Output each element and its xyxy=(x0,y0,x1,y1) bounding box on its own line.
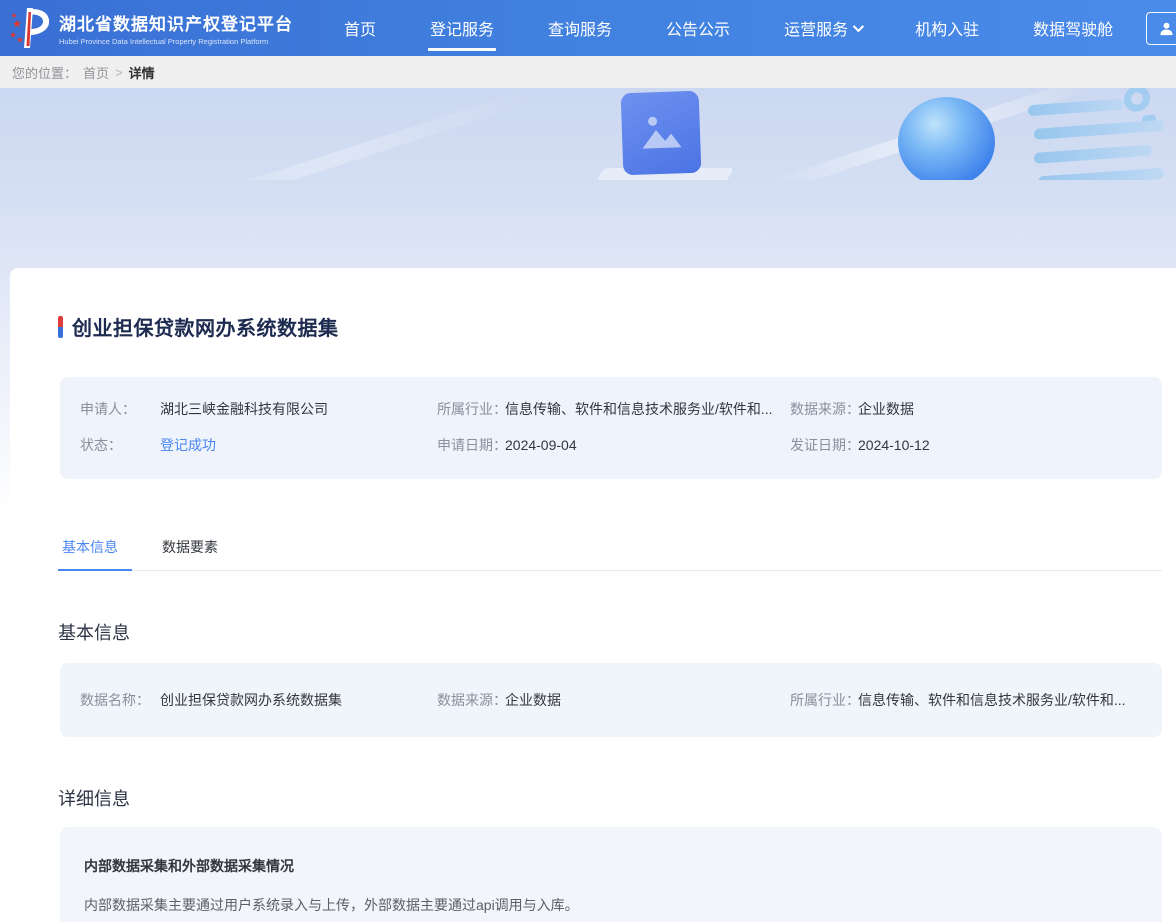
field-status: 状态： 登记成功 xyxy=(80,435,437,455)
breadcrumb-prefix: 您的位置： xyxy=(12,63,77,82)
breadcrumb: 您的位置： 首页 > 详情 xyxy=(0,56,1176,88)
platform-logo-icon xyxy=(10,6,52,50)
logo-title: 湖北省数据知识产权登记平台 xyxy=(59,10,293,35)
logo-subtitle: Hubei Province Data Intellectual Propert… xyxy=(59,37,293,46)
top-navigation-bar: 湖北省数据知识产权登记平台 Hubei Province Data Intell… xyxy=(0,0,1176,56)
field-basic-data-source: 数据来源： 企业数据 xyxy=(437,690,790,710)
banner-image-card-icon xyxy=(621,91,702,176)
nav-item-query-service[interactable]: 查询服务 xyxy=(521,0,639,56)
detail-info-box: 内部数据采集和外部数据采集情况 内部数据采集主要通过用户系统录入与上传，外部数据… xyxy=(60,827,1162,922)
breadcrumb-separator: > xyxy=(115,65,123,80)
nav-menu: 首页 登记服务 查询服务 公告公示 运营服务 机构入驻 数据驾驶舱 xyxy=(317,0,1140,56)
field-issue-date: 发证日期： 2024-10-12 xyxy=(790,435,1142,455)
banner-illustration xyxy=(0,88,1176,180)
breadcrumb-home-link[interactable]: 首页 xyxy=(83,63,109,82)
nav-item-announcements[interactable]: 公告公示 xyxy=(639,0,757,56)
title-marker xyxy=(58,316,63,338)
banner-sphere xyxy=(898,97,995,180)
chevron-down-icon xyxy=(853,21,864,32)
field-apply-date: 申请日期： 2024-09-04 xyxy=(437,435,790,455)
summary-box: 申请人： 湖北三峡金融科技有限公司 所属行业： 信息传输、软件和信息技术服务业/… xyxy=(60,377,1162,479)
basic-info-heading: 基本信息 xyxy=(58,619,1176,645)
detail-section-text-collection: 内部数据采集主要通过用户系统录入与上传，外部数据主要通过api调用与入库。 xyxy=(84,895,1138,916)
field-data-name: 数据名称： 创业担保贷款网办系统数据集 xyxy=(80,690,437,710)
login-button[interactable]: 登录 xyxy=(1146,12,1176,45)
breadcrumb-current: 详情 xyxy=(129,63,155,82)
field-basic-industry: 所属行业： 信息传输、软件和信息技术服务业/软件和... xyxy=(790,690,1142,710)
field-applicant: 申请人： 湖北三峡金融科技有限公司 xyxy=(80,399,437,419)
tab-data-elements[interactable]: 数据要素 xyxy=(160,529,220,570)
detail-card: 创业担保贷款网办系统数据集 申请人： 湖北三峡金融科技有限公司 所属行业： 信息… xyxy=(10,268,1176,922)
nav-item-operation-service[interactable]: 运营服务 xyxy=(757,0,888,56)
status-link[interactable]: 登记成功 xyxy=(160,435,216,455)
tab-basic-info[interactable]: 基本信息 xyxy=(60,529,120,570)
field-data-source: 数据来源： 企业数据 xyxy=(790,399,1142,419)
user-icon xyxy=(1159,21,1174,36)
basic-info-box: 数据名称： 创业担保贷款网办系统数据集 数据来源： 企业数据 所属行业： 信息传… xyxy=(60,663,1162,737)
banner-doc-lines xyxy=(1028,88,1176,180)
page-title: 创业担保贷款网办系统数据集 xyxy=(72,312,339,341)
platform-logo[interactable]: 湖北省数据知识产权登记平台 Hubei Province Data Intell… xyxy=(10,6,293,50)
field-industry: 所属行业： 信息传输、软件和信息技术服务业/软件和... xyxy=(437,399,790,419)
detail-section-title-collection: 内部数据采集和外部数据采集情况 xyxy=(84,856,1138,876)
detail-tabs: 基本信息 数据要素 xyxy=(60,529,1162,571)
nav-item-data-cockpit[interactable]: 数据驾驶舱 xyxy=(1006,0,1140,56)
detail-info-heading: 详细信息 xyxy=(58,785,1176,811)
nav-item-registration-service[interactable]: 登记服务 xyxy=(403,0,521,56)
nav-item-home[interactable]: 首页 xyxy=(317,0,403,56)
nav-item-institution-entry[interactable]: 机构入驻 xyxy=(888,0,1006,56)
